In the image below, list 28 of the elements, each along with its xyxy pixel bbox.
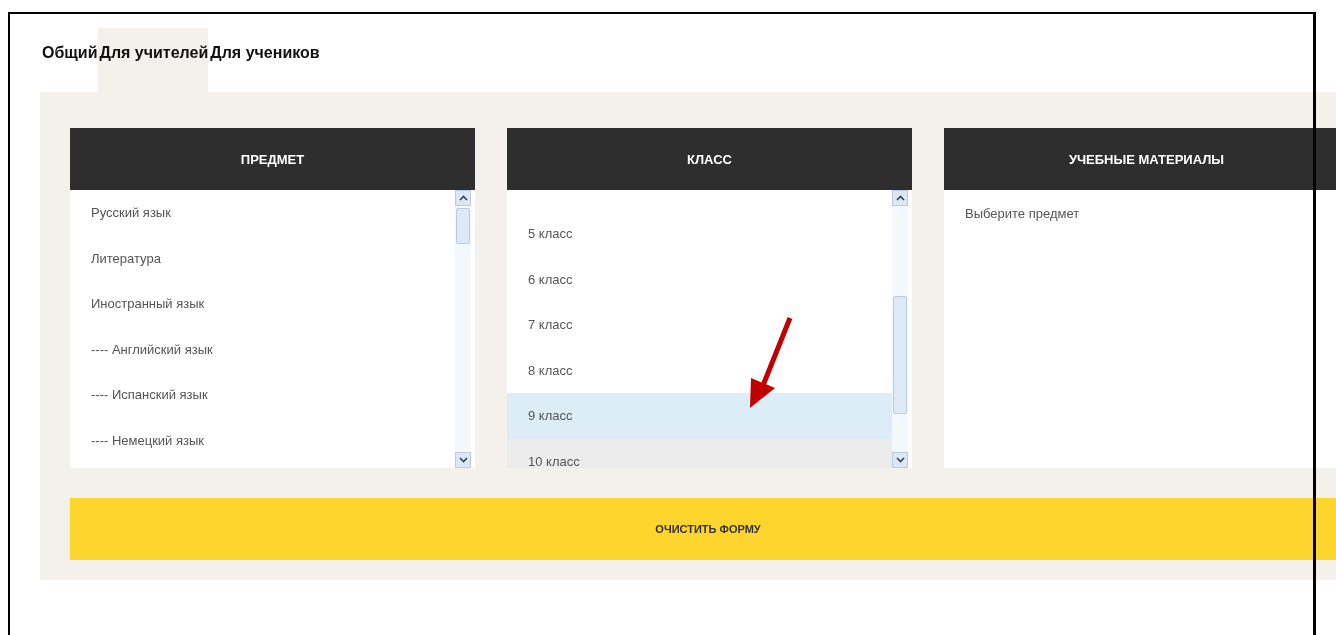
list-box[interactable]: 5 класс 6 класс 7 класс 8 класс 9 класс 10 класс <box>507 190 912 468</box>
placeholder-text: Выберите предмет <box>965 206 1080 221</box>
scrollbar[interactable] <box>892 190 908 468</box>
list-option[interactable]: 5 класс <box>507 211 892 257</box>
scroll-down-icon[interactable] <box>892 452 908 468</box>
column-header: УЧЕБНЫЕ МАТЕРИАЛЫ <box>944 128 1336 190</box>
list-option[interactable]: 8 класс <box>507 347 892 393</box>
scrollbar-thumb[interactable] <box>456 208 470 244</box>
list-option[interactable]: Иностранный язык <box>70 281 455 327</box>
list-option[interactable]: ---- Английский язык <box>70 326 455 372</box>
scroll-up-icon[interactable] <box>892 190 908 206</box>
scroll-up-icon[interactable] <box>455 190 471 206</box>
list-option[interactable]: 9 класс <box>507 393 892 439</box>
tab[interactable]: Для учителей <box>97 28 209 92</box>
list-option[interactable]: Русский язык <box>70 190 455 236</box>
list-option[interactable]: 6 класс <box>507 256 892 302</box>
column-header: КЛАСС <box>507 128 912 190</box>
scrollbar-thumb[interactable] <box>893 296 907 414</box>
list-option[interactable]: 10 класс <box>507 438 892 468</box>
list-option[interactable]: ---- Испанский язык <box>70 372 455 418</box>
column-header: ПРЕДМЕТ <box>70 128 475 190</box>
list-box[interactable]: Русский язык Литература Иностранный язык ---- Английский язык ---- Испанский язык ---- Немецкий язык <box>70 190 475 468</box>
clear-form-button[interactable]: ОЧИСТИТЬ ФОРМУ <box>70 498 1336 560</box>
list-option[interactable]: ---- Немецкий язык <box>70 417 455 463</box>
scroll-down-icon[interactable] <box>455 452 471 468</box>
scrollbar[interactable] <box>455 190 471 468</box>
list-option[interactable]: Литература <box>70 235 455 281</box>
list-option[interactable]: 7 класс <box>507 302 892 348</box>
